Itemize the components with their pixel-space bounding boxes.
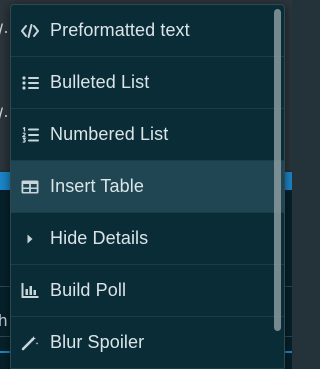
caret-right-icon — [21, 230, 39, 248]
menu-item-label: Insert Table — [50, 176, 144, 196]
bulleted-list-icon — [21, 74, 39, 92]
menu-item-label: Hide Details — [50, 228, 149, 248]
menu-item-label: Preformatted text — [50, 20, 190, 40]
code-icon — [21, 22, 39, 40]
menu-item-label: Bulleted List — [50, 72, 150, 92]
menu-scrollbar[interactable] — [274, 9, 281, 331]
background-text-fragment: h — [0, 311, 8, 330]
background-text-fragment: /· — [0, 105, 9, 125]
background-text-fragment: /· — [0, 21, 9, 41]
menu-item-blur-spoiler[interactable]: Blur Spoiler — [11, 317, 284, 369]
numbered-list-icon — [21, 126, 39, 144]
menu-item-bulleted-list[interactable]: Bulleted List — [11, 57, 284, 109]
bar-chart-icon — [21, 282, 39, 300]
menu-item-label: Build Poll — [50, 280, 127, 300]
table-icon — [21, 178, 39, 196]
menu-item-numbered-list[interactable]: Numbered List — [11, 109, 284, 161]
menu-item-hide-details[interactable]: Hide Details — [11, 213, 284, 265]
magic-wand-icon — [21, 334, 39, 352]
formatting-options-menu: Preformatted text Bulleted List Numbered… — [10, 4, 285, 369]
app-screen: /· /· h ▲ Preformatted text — [0, 0, 292, 369]
menu-item-label: Blur Spoiler — [50, 332, 145, 352]
menu-item-preformatted-text[interactable]: Preformatted text — [11, 5, 284, 57]
menu-item-label: Numbered List — [50, 124, 169, 144]
menu-list: Preformatted text Bulleted List Numbered… — [11, 5, 284, 369]
menu-item-build-poll[interactable]: Build Poll — [11, 265, 284, 317]
menu-item-insert-table[interactable]: Insert Table — [11, 161, 284, 213]
